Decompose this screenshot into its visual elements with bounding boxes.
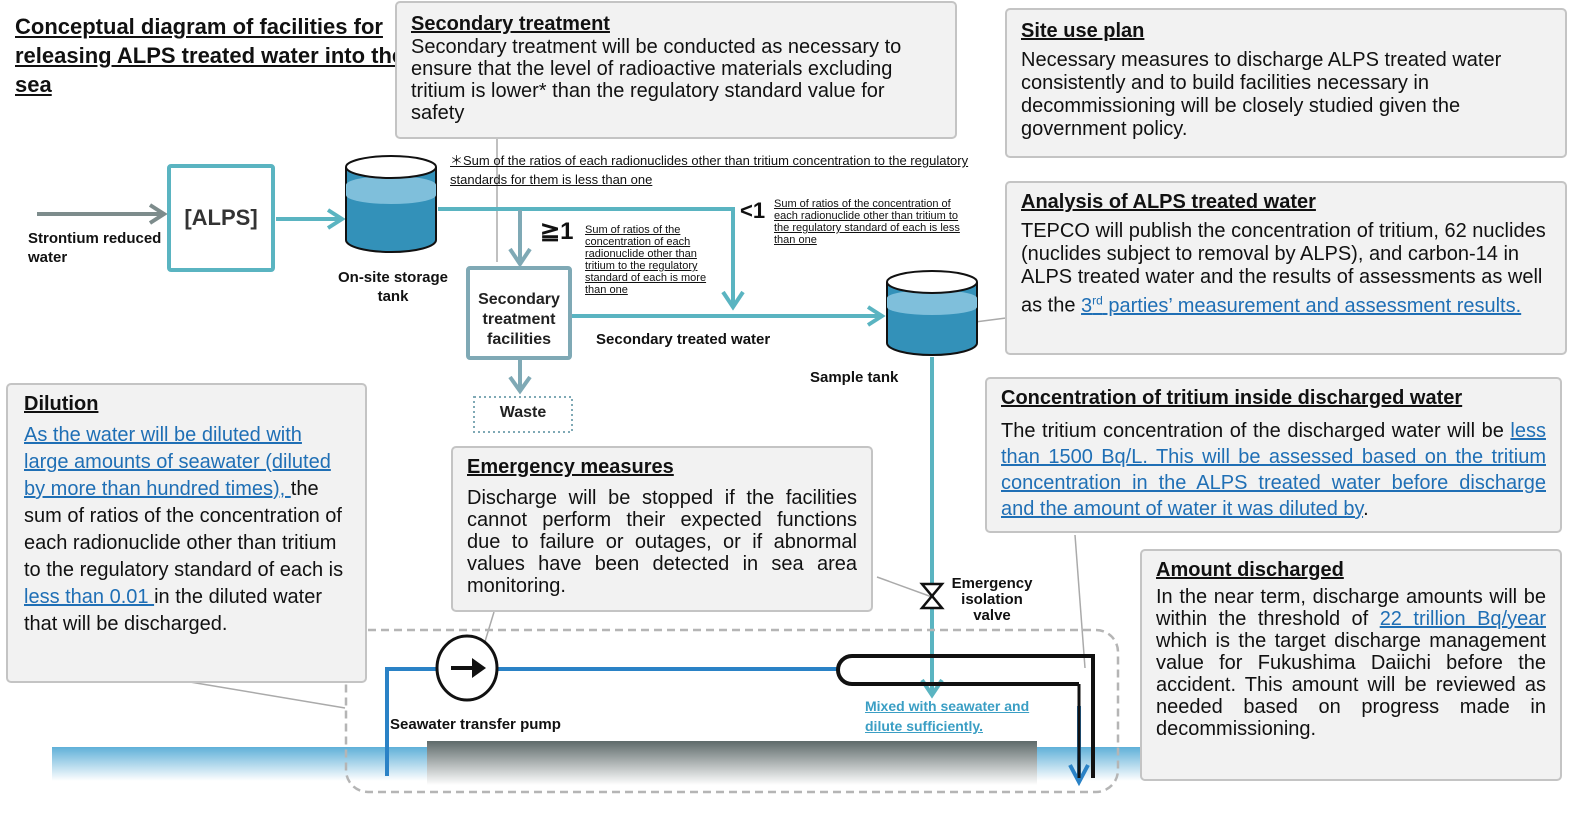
callout-body: The tritium concentration of the dischar…	[1001, 420, 1511, 442]
dilution-link-1[interactable]: As the water will be diluted with large …	[24, 424, 331, 500]
callout-title: Analysis of ALPS treated water	[1021, 191, 1316, 213]
sample-tank-label: Sample tank	[810, 369, 899, 386]
input-arrow	[37, 203, 168, 225]
amount-link[interactable]: 22 trillion Bq/year	[1380, 608, 1546, 630]
ge1-symbol: ≧1	[540, 218, 574, 245]
callout-title: Dilution	[24, 393, 99, 415]
storage-tank-icon	[345, 155, 437, 253]
valve-icon	[919, 582, 945, 610]
storage-tank-label: On-site storage tank	[337, 269, 449, 305]
valve-label: Emergency isolation valve	[951, 575, 1033, 624]
pump-icon	[435, 634, 499, 702]
alps-label: [ALPS]	[184, 205, 258, 230]
lt1-text: Sum of ratios of the concentration of ea…	[774, 198, 960, 246]
callout-body: Discharge will be stopped if the facilit…	[467, 487, 857, 597]
page-title: Conceptual diagram of facilities for rel…	[15, 14, 405, 97]
callout-title: Amount discharged	[1156, 559, 1344, 581]
mix-label: Mixed with seawater and dilute sufficien…	[865, 698, 1030, 734]
callout-body: Secondary treatment will be conducted as…	[411, 36, 902, 124]
sample-tank-icon	[886, 270, 978, 356]
input-label: Strontium reduced water	[28, 230, 162, 266]
callout-analysis: Analysis of ALPS treated water TEPCO wil…	[1005, 181, 1567, 355]
callout-title: Concentration of tritium inside discharg…	[1001, 387, 1463, 409]
analysis-link[interactable]: 3rd parties’ measurement and assessment …	[1081, 293, 1521, 317]
callout-body: Necessary measures to discharge ALPS tre…	[1021, 49, 1502, 140]
secondary-treated-water-label: Secondary treated water	[596, 331, 771, 348]
waste-label: Waste	[499, 404, 547, 421]
callout-dilution: Dilution As the water will be diluted wi…	[6, 383, 367, 683]
ge1-text: Sum of ratios of the concentration of ea…	[585, 224, 707, 296]
callout-title: Emergency measures	[467, 456, 674, 478]
lt1-symbol: <1	[740, 198, 766, 223]
dilution-link-2[interactable]: less than 0.01	[24, 586, 154, 608]
callout-secondary-treatment: Secondary treatment Secondary treatment …	[395, 1, 957, 139]
footnote: ＊Sum of the ratios of each radionuclides…	[450, 153, 969, 187]
callout-title: Site use plan	[1021, 20, 1145, 42]
secondary-facility-label: Secondary treatment facilities	[478, 291, 560, 348]
seawall	[427, 741, 1037, 785]
pump-label: Seawater transfer pump	[390, 716, 561, 733]
callout-amount: Amount discharged In the near term, disc…	[1140, 549, 1562, 781]
callout-emergency: Emergency measures Discharge will be sto…	[451, 446, 873, 612]
callout-site-use: Site use plan Necessary measures to disc…	[1005, 8, 1567, 158]
callout-title: Secondary treatment	[411, 13, 610, 35]
callout-tritium-concentration: Concentration of tritium inside discharg…	[985, 377, 1562, 533]
